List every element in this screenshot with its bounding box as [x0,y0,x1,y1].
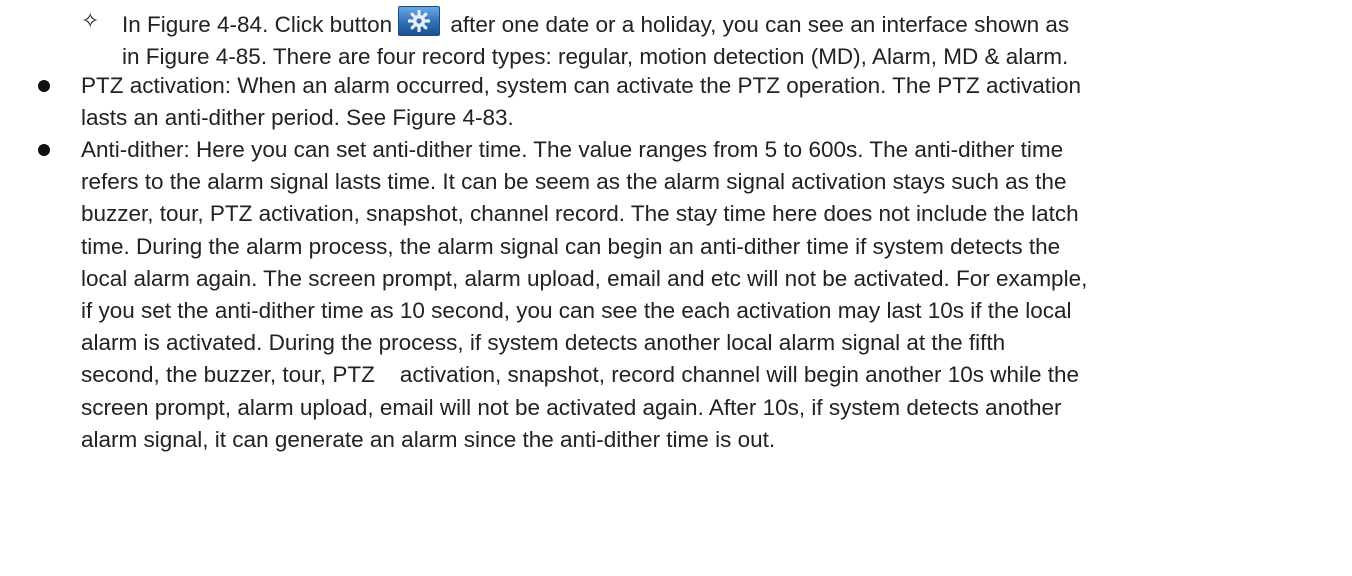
sub-item-line-2: in Figure 4-85. There are four record ty… [122,44,1069,70]
bullet-text: Anti-dither: Here you can set anti-dithe… [81,134,1346,456]
text-line: time. During the alarm process, the alar… [81,233,1061,259]
bullet-text: PTZ activation: When an alarm occurred, … [81,70,1346,134]
text-line: buzzer, tour, PTZ activation, snapshot, … [81,201,1079,227]
text-line: alarm signal, it can generate an alarm s… [81,426,776,452]
text-line: if you set the anti-dither time as 10 se… [81,298,1072,324]
diamond-bullet-icon: ✧ [81,9,100,34]
sub-item-text-after: after one date or a holiday, you can see… [444,12,1070,37]
bullet-dot [38,80,50,92]
sub-item-text-before: In Figure 4-84. Click button [122,12,393,37]
document-page: ✧ In Figure 4-84. Click button after one… [0,0,1352,576]
text-line: refers to the alarm signal lasts time. I… [81,169,1067,195]
text-line: lasts an anti-dither period. See Figure … [81,105,514,131]
text-line: screen prompt, alarm upload, email will … [81,394,1062,420]
sub-item-line-1: In Figure 4-84. Click button after one d… [122,6,1352,41]
text-line: alarm is activated. During the process, … [81,330,1006,356]
text-line: Anti-dither: Here you can set anti-dithe… [81,137,1064,162]
gear-icon [398,6,441,36]
text-line: local alarm again. The screen prompt, al… [81,265,1088,291]
text-line: second, the buzzer, tour, PTZ activation… [81,362,1080,388]
text-line: PTZ activation: When an alarm occurred, … [81,73,1082,98]
bullet-dot [38,144,50,156]
sub-item-text: In Figure 4-84. Click button after one d… [122,6,1352,73]
